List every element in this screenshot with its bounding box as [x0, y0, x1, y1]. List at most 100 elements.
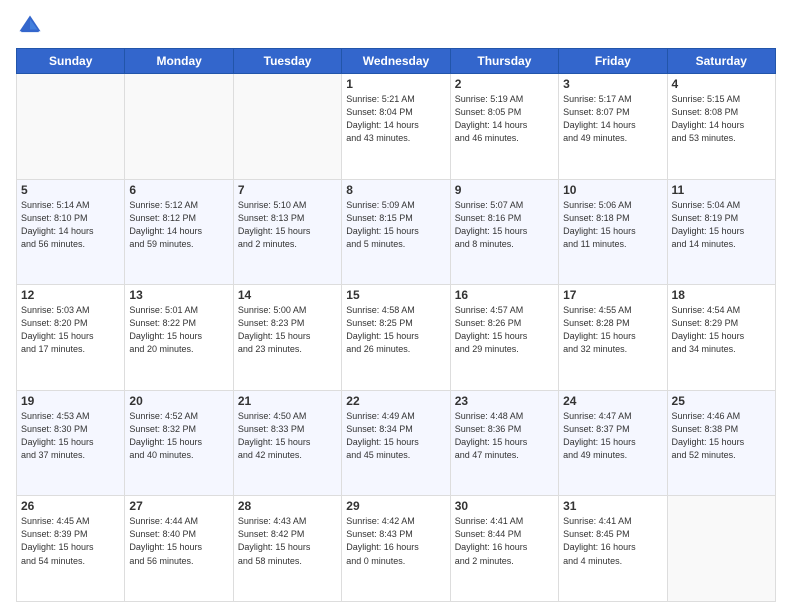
day-number: 6: [129, 183, 228, 197]
calendar-page: SundayMondayTuesdayWednesdayThursdayFrid…: [0, 0, 792, 612]
calendar-cell: 23Sunrise: 4:48 AM Sunset: 8:36 PM Dayli…: [450, 390, 558, 496]
day-info: Sunrise: 4:50 AM Sunset: 8:33 PM Dayligh…: [238, 410, 337, 462]
day-info: Sunrise: 4:42 AM Sunset: 8:43 PM Dayligh…: [346, 515, 445, 567]
day-info: Sunrise: 5:17 AM Sunset: 8:07 PM Dayligh…: [563, 93, 662, 145]
calendar-cell: 13 Sunrise: 5:01 AM Sunset: 8:22 PM Dayli…: [125, 285, 233, 391]
day-info: Sunrise: 4:43 AM Sunset: 8:42 PM Dayligh…: [238, 515, 337, 567]
day-info: Sunrise: 4:46 AM Sunset: 8:38 PM Dayligh…: [672, 410, 771, 462]
day-number: 5: [21, 183, 120, 197]
calendar-week-row: 1 Sunrise: 5:21 AM Sunset: 8:04 PM Daylig…: [17, 74, 776, 180]
day-number: 21: [238, 394, 337, 408]
calendar-cell: 29 Sunrise: 4:42 AM Sunset: 8:43 PM Dayli…: [342, 496, 450, 602]
day-number: 10: [563, 183, 662, 197]
day-info: Sunrise: 5:15 AM Sunset: 8:08 PM Dayligh…: [672, 93, 771, 145]
calendar-cell: 2 Sunrise: 5:19 AM Sunset: 8:05 PM Daylig…: [450, 74, 558, 180]
day-number: 31: [563, 499, 662, 513]
day-number: 19: [21, 394, 120, 408]
day-number: 2: [455, 77, 554, 91]
day-number: 27: [129, 499, 228, 513]
calendar-cell: 21 Sunrise: 4:50 AM Sunset: 8:33 PM Dayli…: [233, 390, 341, 496]
day-info: Sunrise: 4:49 AM Sunset: 8:34 PM Dayligh…: [346, 410, 445, 462]
calendar-cell: 8 Sunrise: 5:09 AM Sunset: 8:15 PM Daylig…: [342, 179, 450, 285]
day-info: Sunrise: 4:53 AM Sunset: 8:30 PM Dayligh…: [21, 410, 120, 462]
day-header-sunday: Sunday: [17, 49, 125, 74]
calendar-cell: [17, 74, 125, 180]
day-number: 28: [238, 499, 337, 513]
calendar-cell: 3 Sunrise: 5:17 AM Sunset: 8:07 PM Daylig…: [559, 74, 667, 180]
day-number: 29: [346, 499, 445, 513]
day-info: Sunrise: 5:10 AM Sunset: 8:13 PM Dayligh…: [238, 199, 337, 251]
calendar-cell: 26 Sunrise: 4:45 AM Sunset: 8:39 PM Dayli…: [17, 496, 125, 602]
day-number: 1: [346, 77, 445, 91]
calendar-cell: 27Sunrise: 4:44 AM Sunset: 8:40 PM Dayli…: [125, 496, 233, 602]
logo: [16, 12, 48, 40]
calendar-cell: 7 Sunrise: 5:10 AM Sunset: 8:13 PM Daylig…: [233, 179, 341, 285]
day-number: 26: [21, 499, 120, 513]
day-number: 13: [129, 288, 228, 302]
calendar-cell: 25 Sunrise: 4:46 AM Sunset: 8:38 PM Dayli…: [667, 390, 775, 496]
calendar-cell: 31 Sunrise: 4:41 AM Sunset: 8:45 PM Dayli…: [559, 496, 667, 602]
day-info: Sunrise: 5:04 AM Sunset: 8:19 PM Dayligh…: [672, 199, 771, 251]
calendar-header-row: SundayMondayTuesdayWednesdayThursdayFrid…: [17, 49, 776, 74]
day-info: Sunrise: 4:45 AM Sunset: 8:39 PM Dayligh…: [21, 515, 120, 567]
logo-icon: [16, 12, 44, 40]
day-header-monday: Monday: [125, 49, 233, 74]
day-info: Sunrise: 5:21 AM Sunset: 8:04 PM Dayligh…: [346, 93, 445, 145]
calendar-cell: 18Sunrise: 4:54 AM Sunset: 8:29 PM Dayli…: [667, 285, 775, 391]
day-number: 17: [563, 288, 662, 302]
day-info: Sunrise: 4:41 AM Sunset: 8:44 PM Dayligh…: [455, 515, 554, 567]
day-info: Sunrise: 4:57 AM Sunset: 8:26 PM Dayligh…: [455, 304, 554, 356]
day-number: 7: [238, 183, 337, 197]
day-info: Sunrise: 5:01 AM Sunset: 8:22 PM Dayligh…: [129, 304, 228, 356]
day-header-friday: Friday: [559, 49, 667, 74]
calendar-cell: 16 Sunrise: 4:57 AM Sunset: 8:26 PM Dayli…: [450, 285, 558, 391]
calendar-cell: [125, 74, 233, 180]
calendar-cell: 5 Sunrise: 5:14 AM Sunset: 8:10 PM Daylig…: [17, 179, 125, 285]
calendar-cell: 28 Sunrise: 4:43 AM Sunset: 8:42 PM Dayli…: [233, 496, 341, 602]
day-number: 25: [672, 394, 771, 408]
day-number: 24: [563, 394, 662, 408]
day-info: Sunrise: 5:19 AM Sunset: 8:05 PM Dayligh…: [455, 93, 554, 145]
calendar-cell: 22 Sunrise: 4:49 AM Sunset: 8:34 PM Dayli…: [342, 390, 450, 496]
calendar-week-row: 12Sunrise: 5:03 AM Sunset: 8:20 PM Dayli…: [17, 285, 776, 391]
day-info: Sunrise: 5:07 AM Sunset: 8:16 PM Dayligh…: [455, 199, 554, 251]
calendar-cell: 17 Sunrise: 4:55 AM Sunset: 8:28 PM Dayli…: [559, 285, 667, 391]
day-info: Sunrise: 4:55 AM Sunset: 8:28 PM Dayligh…: [563, 304, 662, 356]
day-info: Sunrise: 5:00 AM Sunset: 8:23 PM Dayligh…: [238, 304, 337, 356]
calendar-cell: 10 Sunrise: 5:06 AM Sunset: 8:18 PM Dayli…: [559, 179, 667, 285]
calendar-cell: 4Sunrise: 5:15 AM Sunset: 8:08 PM Daylig…: [667, 74, 775, 180]
day-number: 9: [455, 183, 554, 197]
calendar-cell: 14 Sunrise: 5:00 AM Sunset: 8:23 PM Dayli…: [233, 285, 341, 391]
calendar-week-row: 5 Sunrise: 5:14 AM Sunset: 8:10 PM Daylig…: [17, 179, 776, 285]
day-header-tuesday: Tuesday: [233, 49, 341, 74]
day-info: Sunrise: 4:58 AM Sunset: 8:25 PM Dayligh…: [346, 304, 445, 356]
day-number: 30: [455, 499, 554, 513]
header: [16, 12, 776, 40]
day-number: 22: [346, 394, 445, 408]
day-number: 16: [455, 288, 554, 302]
day-info: Sunrise: 5:06 AM Sunset: 8:18 PM Dayligh…: [563, 199, 662, 251]
day-info: Sunrise: 5:09 AM Sunset: 8:15 PM Dayligh…: [346, 199, 445, 251]
day-info: Sunrise: 4:41 AM Sunset: 8:45 PM Dayligh…: [563, 515, 662, 567]
calendar-week-row: 26 Sunrise: 4:45 AM Sunset: 8:39 PM Dayli…: [17, 496, 776, 602]
day-number: 8: [346, 183, 445, 197]
day-number: 11: [672, 183, 771, 197]
day-number: 20: [129, 394, 228, 408]
day-info: Sunrise: 5:12 AM Sunset: 8:12 PM Dayligh…: [129, 199, 228, 251]
calendar-cell: 24 Sunrise: 4:47 AM Sunset: 8:37 PM Dayli…: [559, 390, 667, 496]
calendar-cell: 15Sunrise: 4:58 AM Sunset: 8:25 PM Dayli…: [342, 285, 450, 391]
day-header-thursday: Thursday: [450, 49, 558, 74]
day-info: Sunrise: 5:14 AM Sunset: 8:10 PM Dayligh…: [21, 199, 120, 251]
day-info: Sunrise: 4:52 AM Sunset: 8:32 PM Dayligh…: [129, 410, 228, 462]
calendar-cell: 6 Sunrise: 5:12 AM Sunset: 8:12 PM Daylig…: [125, 179, 233, 285]
calendar-table: SundayMondayTuesdayWednesdayThursdayFrid…: [16, 48, 776, 602]
day-number: 14: [238, 288, 337, 302]
day-header-saturday: Saturday: [667, 49, 775, 74]
day-info: Sunrise: 5:03 AM Sunset: 8:20 PM Dayligh…: [21, 304, 120, 356]
calendar-cell: [233, 74, 341, 180]
day-info: Sunrise: 4:48 AM Sunset: 8:36 PM Dayligh…: [455, 410, 554, 462]
day-number: 18: [672, 288, 771, 302]
day-info: Sunrise: 4:47 AM Sunset: 8:37 PM Dayligh…: [563, 410, 662, 462]
day-number: 3: [563, 77, 662, 91]
calendar-cell: 12Sunrise: 5:03 AM Sunset: 8:20 PM Dayli…: [17, 285, 125, 391]
